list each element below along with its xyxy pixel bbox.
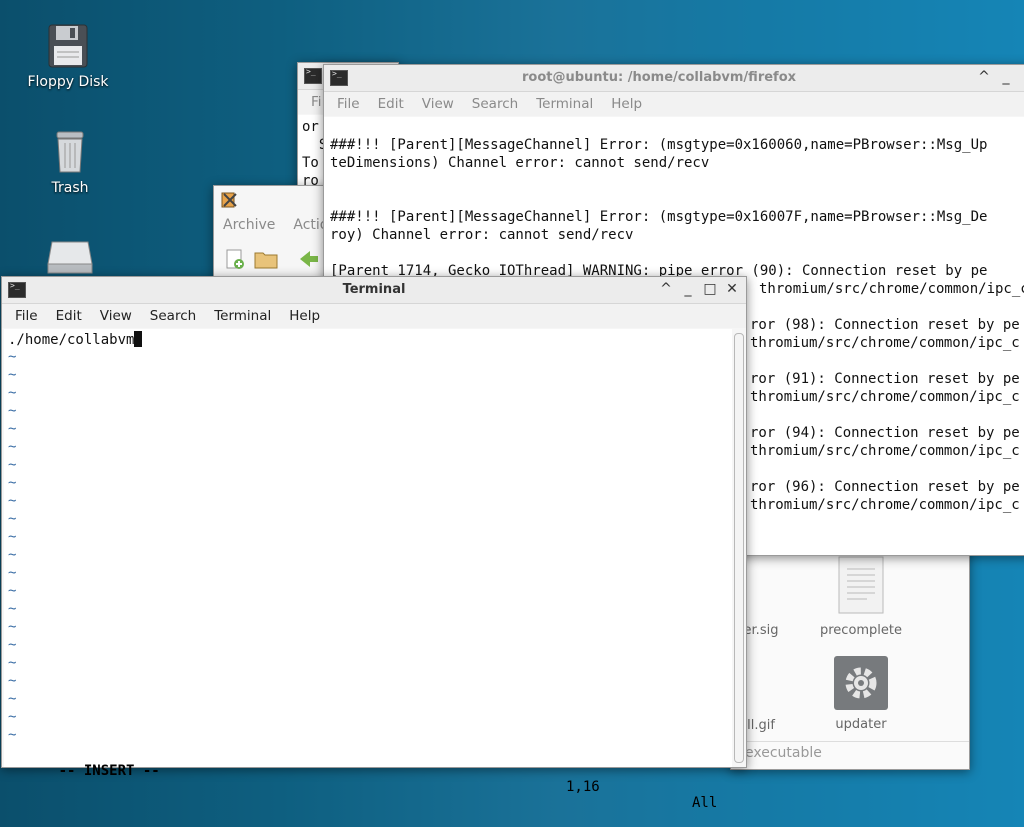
output-line: thromium/src/chrome/common/ipc_c	[750, 443, 1020, 459]
tilde-marker: ~	[8, 529, 17, 545]
tilde-marker: ~	[8, 403, 17, 419]
archive-menu[interactable]: Archive	[214, 217, 284, 233]
trash-icon	[56, 131, 84, 173]
titlebar[interactable]: Terminal ^ _ □ ✕	[2, 277, 746, 304]
tilde-marker: ~	[8, 655, 17, 671]
buffer-text: ./home/collabvm	[8, 332, 135, 348]
text-cursor	[134, 331, 143, 347]
archive-buttons	[224, 248, 320, 270]
tilde-marker: ~	[8, 421, 17, 437]
tilde-marker: ~	[8, 457, 17, 473]
output-line: To	[302, 155, 319, 171]
close-button[interactable]: ✕	[724, 280, 740, 298]
terminal-icon	[304, 67, 322, 84]
menu-edit[interactable]: Edit	[47, 308, 91, 324]
file-label: er.sig	[743, 623, 779, 638]
desktop-icon-label: Trash	[51, 180, 89, 196]
menu-file[interactable]: File	[328, 96, 369, 112]
menu-edit[interactable]: Edit	[369, 96, 413, 112]
tilde-marker: ~	[8, 727, 17, 743]
menu-search[interactable]: Search	[463, 96, 527, 112]
scroll-position: All	[692, 795, 718, 811]
tilde-marker: ~	[8, 565, 17, 581]
output-line: roy) Channel error: cannot send/recv	[330, 227, 634, 243]
tilde-marker: ~	[8, 475, 17, 491]
window-title: root@ubuntu: /home/collabvm/firefox	[521, 70, 797, 85]
archive-app-icon	[221, 192, 237, 208]
mode-indicator: -- INSERT --	[58, 763, 160, 779]
file-label: updater	[835, 717, 887, 732]
text-file-icon	[838, 556, 884, 614]
archive-manager-window[interactable]: Archive Actio	[213, 185, 335, 282]
output-line: thromium/src/chrome/common/ipc_c	[750, 335, 1020, 351]
tilde-marker: ~	[8, 439, 17, 455]
menubar: File Edit View Search Terminal Help	[2, 304, 746, 328]
status-bar: executable	[731, 741, 969, 769]
minimize-button[interactable]: _	[680, 280, 696, 298]
menu-terminal[interactable]: Terminal	[205, 308, 280, 324]
tilde-marker: ~	[8, 691, 17, 707]
menu-file[interactable]: File	[6, 308, 47, 324]
output-line: ror (94): Connection reset by pe	[750, 425, 1020, 441]
minimize-button[interactable]: _	[998, 68, 1014, 86]
status-text: executable	[745, 745, 822, 761]
output-line: or	[302, 119, 319, 135]
tilde-marker: ~	[8, 637, 17, 653]
file-label: precomplete	[819, 623, 903, 638]
buffer-line: ./home/collabvm	[8, 331, 143, 348]
tilde-marker: ~	[8, 511, 17, 527]
executable-gear-icon	[834, 656, 888, 710]
file-label: ll.gif	[747, 718, 775, 733]
output-line: ###!!! [Parent][MessageChannel] Error: (…	[330, 137, 988, 153]
tilde-marker: ~	[8, 367, 17, 383]
new-archive-icon[interactable]	[224, 248, 246, 270]
tilde-marker: ~	[8, 709, 17, 725]
cursor-position: 1,16	[566, 779, 600, 795]
scrollbar[interactable]	[734, 333, 744, 763]
desktop-icon-trash[interactable]: Trash	[15, 130, 125, 196]
vim-status-line: -- INSERT -- 1,16 All	[8, 747, 728, 811]
tilde-marker: ~	[8, 493, 17, 509]
menu-view[interactable]: View	[413, 96, 463, 112]
desktop-icon-label: Floppy Disk	[27, 74, 109, 90]
tilde-marker: ~	[8, 349, 17, 365]
tilde-marker: ~	[8, 619, 17, 635]
archive-toolbar: Archive Actio	[214, 212, 334, 238]
floppy-icon	[48, 24, 88, 68]
output-line: teDimensions) Channel error: cannot send…	[330, 155, 710, 171]
menu-search[interactable]: Search	[141, 308, 205, 324]
menu-help[interactable]: Help	[280, 308, 329, 324]
file-item-precomplete[interactable]: precomplete	[811, 555, 911, 638]
file-manager-window[interactable]: er.sig precomplete ll.gif updater execut…	[730, 540, 970, 770]
output-line: thromium/src/chrome/common/ipc_c	[750, 497, 1020, 513]
back-arrow-icon[interactable]	[296, 248, 320, 270]
maximize-button[interactable]: □	[702, 280, 718, 298]
main-terminal-window[interactable]: Terminal ^ _ □ ✕ File Edit View Search T…	[1, 276, 747, 811]
menu-terminal[interactable]: Terminal	[527, 96, 602, 112]
menu-view[interactable]: View	[91, 308, 141, 324]
output-line: ###!!! [Parent][MessageChannel] Error: (…	[330, 209, 988, 225]
tilde-marker: ~	[8, 547, 17, 563]
tilde-marker: ~	[8, 385, 17, 401]
desktop-icon-drive[interactable]	[15, 240, 125, 280]
output-line: thromium/src/chrome/common/ipc_c	[750, 389, 1020, 405]
tilde-marker: ~	[8, 601, 17, 617]
tilde-marker: ~	[8, 673, 17, 689]
menubar: File Edit View Search Terminal Help	[324, 92, 1024, 116]
desktop-icon-floppy[interactable]: Floppy Disk	[13, 24, 123, 90]
menu-help[interactable]: Help	[602, 96, 651, 112]
window-title: Terminal	[342, 282, 406, 297]
open-folder-icon[interactable]	[254, 248, 278, 270]
shade-button[interactable]: ^	[658, 280, 674, 298]
titlebar[interactable]: root@ubuntu: /home/collabvm/firefox ^ _	[324, 65, 1024, 92]
shade-button[interactable]: ^	[976, 68, 992, 86]
output-line: thromium/src/chrome/common/ipc_c	[759, 281, 1024, 297]
output-line: ror (96): Connection reset by pe	[750, 479, 1020, 495]
output-line: ror (91): Connection reset by pe	[750, 371, 1020, 387]
tilde-marker: ~	[8, 583, 17, 599]
vim-editor[interactable]: ./home/collabvm ~ ~ ~ ~ ~ ~ ~ ~ ~ ~ ~ ~ ~ ~ ~ ~ ~ ~ ~ ~ ~ ~ -…	[4, 329, 732, 811]
file-item-updater[interactable]: updater	[811, 655, 911, 732]
drive-icon	[47, 241, 93, 274]
output-line: ror (98): Connection reset by pe	[750, 317, 1020, 333]
